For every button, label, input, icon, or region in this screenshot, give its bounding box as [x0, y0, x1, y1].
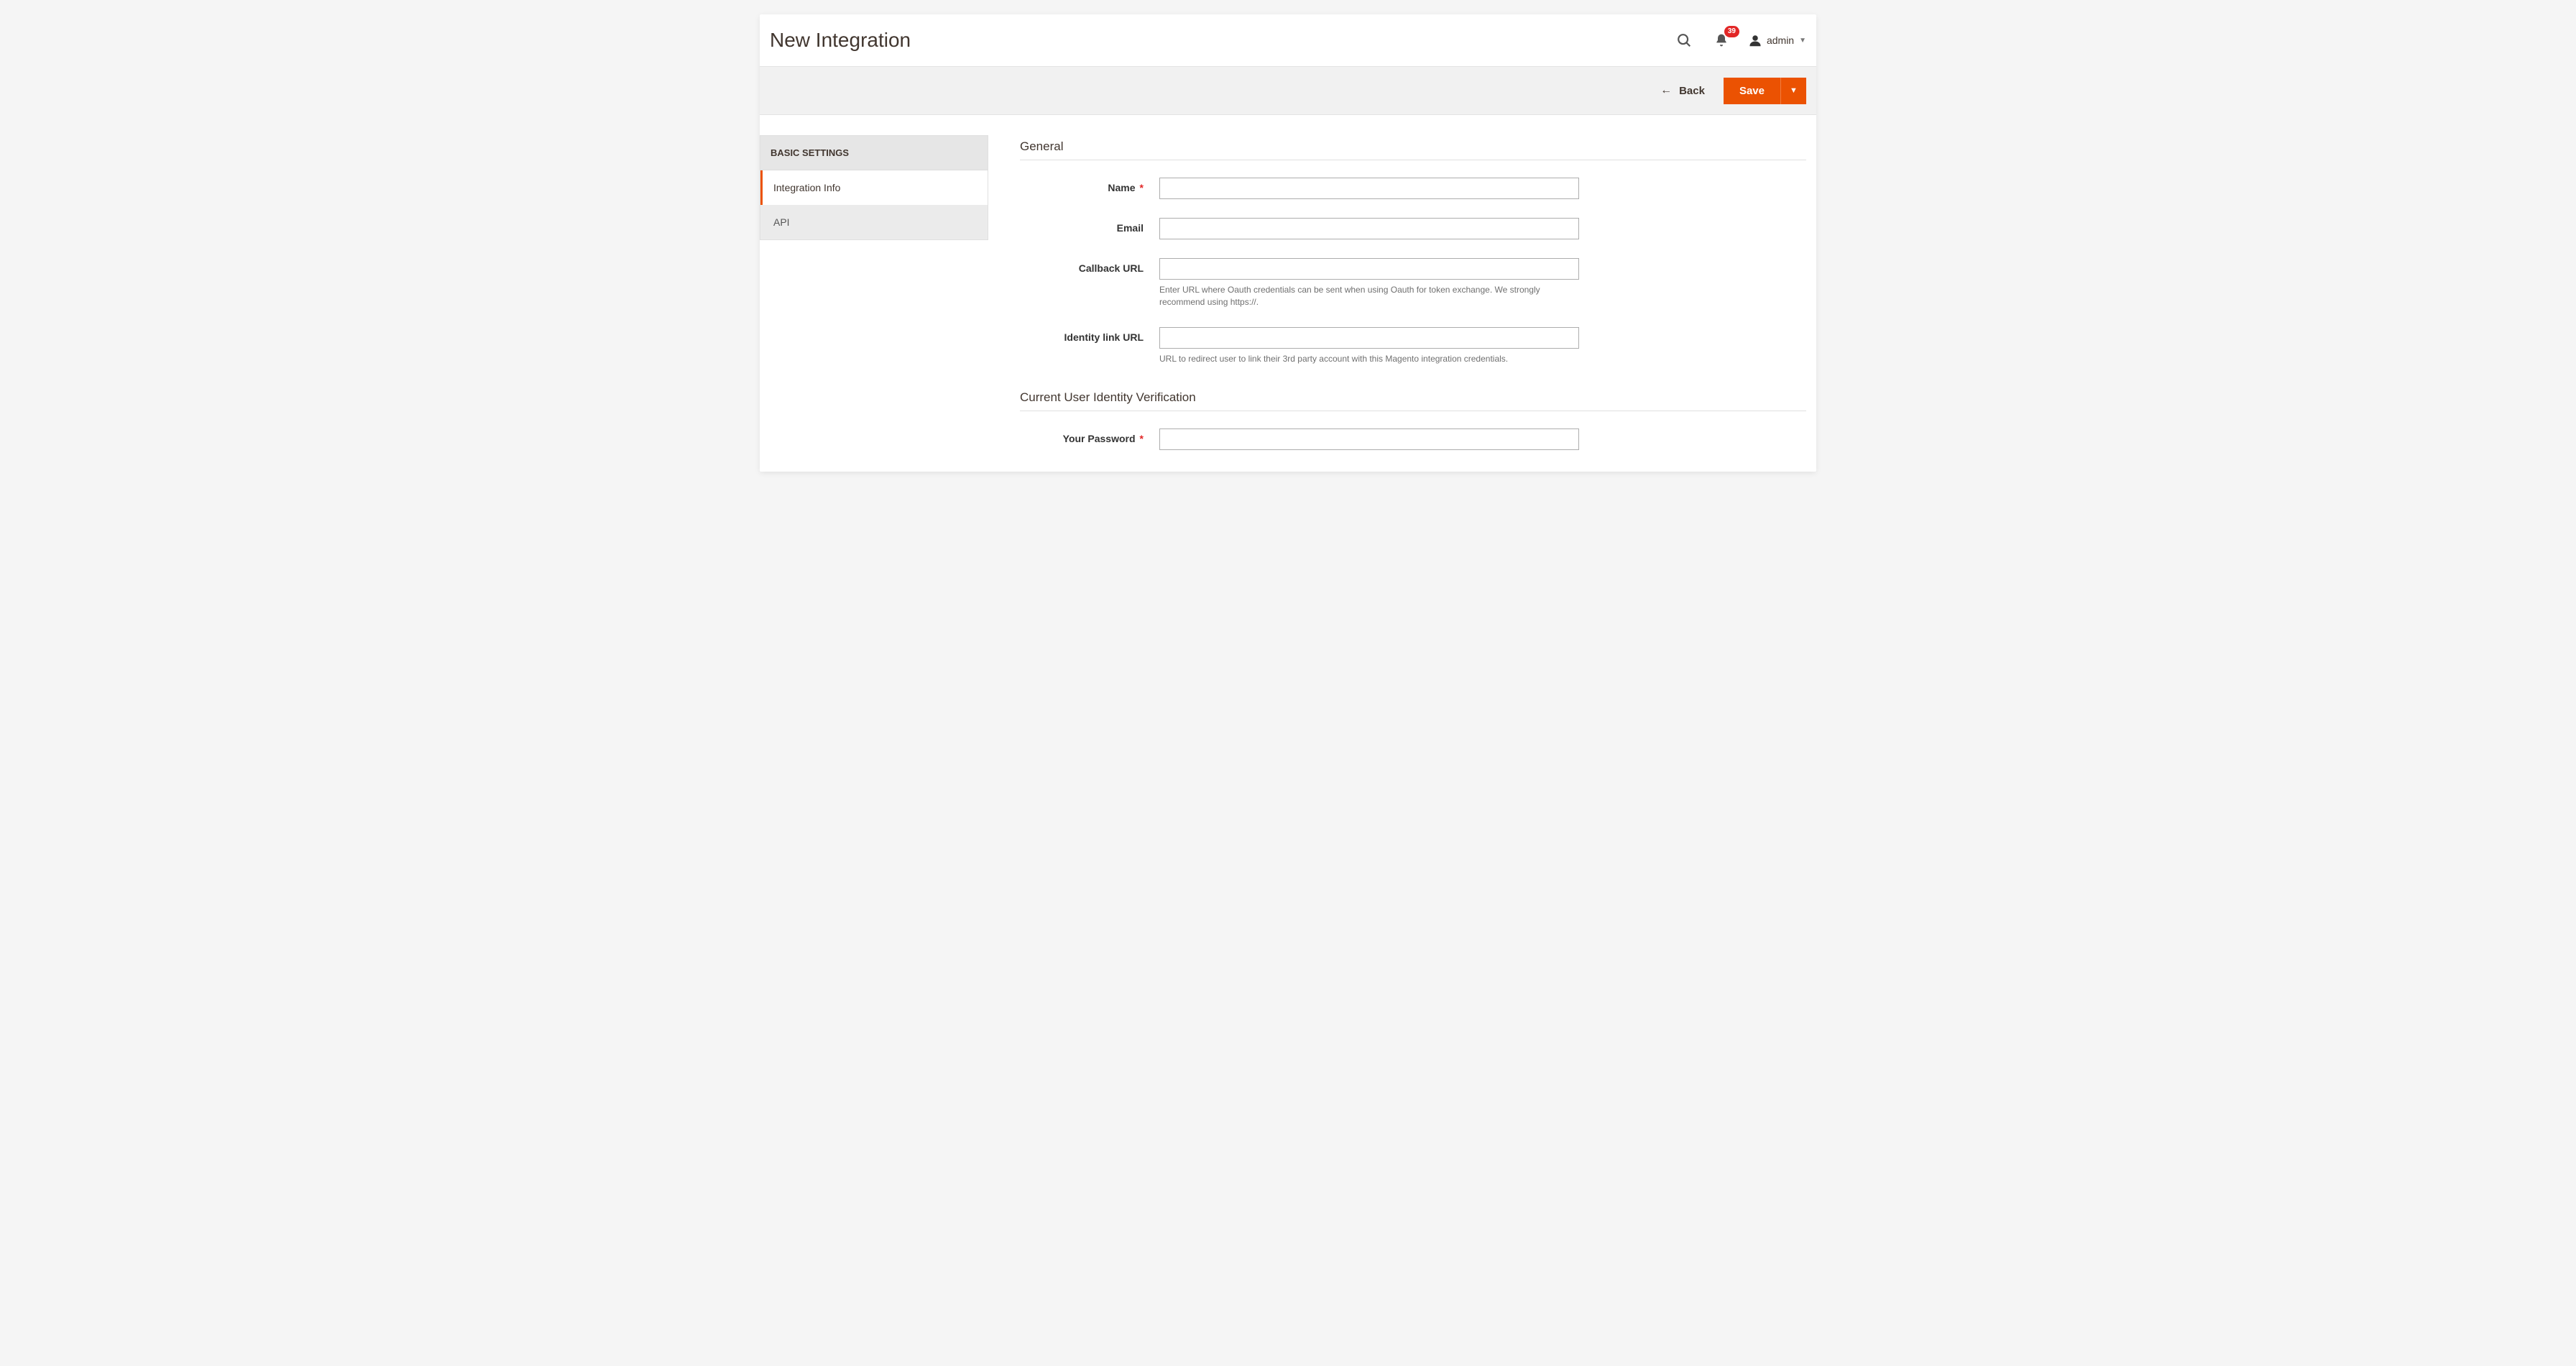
- tab-integration-info[interactable]: Integration Info: [760, 170, 988, 205]
- save-button[interactable]: Save: [1724, 78, 1780, 104]
- fieldset-general: General Name Email Callback URL: [1020, 139, 1806, 365]
- input-name[interactable]: [1159, 178, 1579, 199]
- arrow-left-icon: ←: [1660, 84, 1672, 97]
- note-callback-url: Enter URL where Oauth credentials can be…: [1159, 284, 1579, 308]
- label-callback-url: Callback URL: [1020, 258, 1159, 280]
- content-body: BASIC SETTINGS Integration Info API Gene…: [760, 115, 1816, 472]
- user-menu[interactable]: admin ▼: [1749, 34, 1806, 47]
- label-identity-link-url: Identity link URL: [1020, 327, 1159, 349]
- user-icon: [1749, 34, 1762, 47]
- sidebar-title: BASIC SETTINGS: [760, 136, 988, 170]
- save-button-group: Save ▼: [1724, 78, 1806, 104]
- caret-down-icon: ▼: [1799, 37, 1806, 45]
- sidebar-tabs: Integration Info API: [760, 170, 988, 239]
- back-label: Back: [1679, 85, 1705, 97]
- field-name: Name: [1020, 178, 1806, 199]
- input-password[interactable]: [1159, 428, 1579, 450]
- field-password: Your Password: [1020, 428, 1806, 450]
- search-icon: [1676, 32, 1692, 48]
- field-email: Email: [1020, 218, 1806, 239]
- label-email: Email: [1020, 218, 1159, 239]
- label-name: Name: [1020, 178, 1159, 199]
- tab-api[interactable]: API: [760, 205, 988, 239]
- input-email[interactable]: [1159, 218, 1579, 239]
- actions-bar: ← Back Save ▼: [760, 66, 1816, 115]
- notifications-button[interactable]: 39: [1711, 30, 1731, 50]
- legend-general: General: [1020, 139, 1806, 160]
- search-button[interactable]: [1674, 30, 1694, 50]
- page-header: New Integration 39 admin ▼: [760, 14, 1816, 66]
- input-callback-url[interactable]: [1159, 258, 1579, 280]
- main-panel: New Integration 39 admin ▼ ← Back: [760, 14, 1816, 472]
- tab-label: API: [773, 216, 790, 228]
- label-password: Your Password: [1020, 428, 1159, 450]
- tab-label: Integration Info: [773, 182, 840, 193]
- notification-badge: 39: [1724, 26, 1739, 37]
- page-title: New Integration: [770, 29, 911, 52]
- fieldset-verification: Current User Identity Verification Your …: [1020, 390, 1806, 450]
- form-content: General Name Email Callback URL: [1020, 135, 1806, 450]
- save-dropdown-toggle[interactable]: ▼: [1780, 78, 1806, 104]
- note-identity-link-url: URL to redirect user to link their 3rd p…: [1159, 353, 1579, 365]
- legend-verification: Current User Identity Verification: [1020, 390, 1806, 411]
- field-identity-link-url: Identity link URL URL to redirect user t…: [1020, 327, 1806, 365]
- settings-sidebar: BASIC SETTINGS Integration Info API: [760, 135, 988, 240]
- field-callback-url: Callback URL Enter URL where Oauth crede…: [1020, 258, 1806, 308]
- header-actions: 39 admin ▼: [1674, 30, 1806, 50]
- input-identity-link-url[interactable]: [1159, 327, 1579, 349]
- back-button[interactable]: ← Back: [1655, 77, 1711, 104]
- caret-down-icon: ▼: [1790, 86, 1798, 95]
- username-label: admin: [1767, 35, 1794, 46]
